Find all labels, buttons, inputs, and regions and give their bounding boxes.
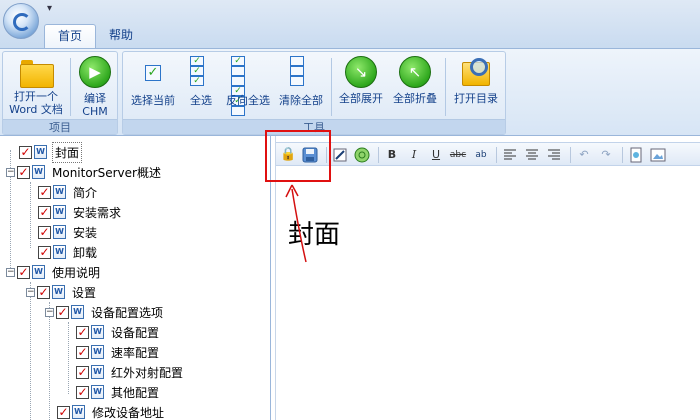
annotation-arrow [285, 184, 307, 263]
